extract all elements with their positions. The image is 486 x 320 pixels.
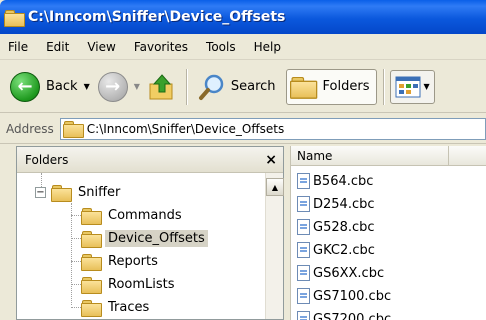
file-row[interactable]: GS7200.cbc: [297, 308, 391, 320]
menu-favorites[interactable]: Favorites: [134, 40, 188, 54]
folder-icon: [81, 207, 102, 225]
folders-scrollbar[interactable]: ▲: [265, 173, 284, 319]
folders-pane-title: Folders: [25, 152, 69, 167]
scroll-up-icon[interactable]: ▲: [266, 178, 284, 196]
forward-dropdown-icon[interactable]: ▼: [134, 82, 140, 91]
tree-item-label: Reports: [108, 253, 158, 269]
file-icon: [297, 219, 310, 235]
file-name: GS6XX.cbc: [313, 265, 385, 281]
folder-icon: [4, 9, 25, 27]
menu-tools[interactable]: Tools: [206, 40, 236, 54]
menu-file[interactable]: File: [8, 40, 28, 54]
file-row[interactable]: GS7100.cbc: [297, 285, 391, 307]
file-name: GKC2.cbc: [313, 242, 375, 258]
file-icon: [297, 173, 310, 189]
file-name: D254.cbc: [313, 196, 375, 212]
file-row[interactable]: GKC2.cbc: [297, 239, 375, 261]
file-icon: [297, 265, 310, 281]
file-name: G528.cbc: [313, 219, 375, 235]
up-folder-icon: [149, 73, 173, 99]
toolbar-separator: [185, 68, 187, 105]
search-icon: [198, 74, 224, 100]
column-header-blank[interactable]: [449, 146, 486, 165]
folder-icon: [81, 299, 102, 317]
folders-icon: [289, 76, 317, 99]
tree-item-commands[interactable]: Commands: [81, 204, 185, 226]
menu-edit[interactable]: Edit: [46, 40, 69, 54]
file-row[interactable]: GS6XX.cbc: [297, 262, 384, 284]
menu-bar: File Edit View Favorites Tools Help: [0, 34, 486, 60]
tree-item-reports[interactable]: Reports: [81, 250, 161, 272]
file-name: GS7100.cbc: [313, 288, 392, 304]
tree-item-device-offsets[interactable]: Device_Offsets: [81, 227, 208, 249]
tree-item-sniffer[interactable]: − Sniffer: [35, 181, 123, 203]
views-dropdown-icon: ▼: [423, 82, 430, 91]
tree-line: [71, 203, 72, 305]
folders-pane-header: Folders ×: [17, 147, 283, 173]
forward-arrow-icon: →: [97, 71, 128, 102]
folder-icon: [81, 253, 102, 271]
back-dropdown-icon[interactable]: ▼: [84, 82, 90, 91]
window-title: C:\Inncom\Sniffer\Device_Offsets: [28, 9, 286, 25]
menu-help[interactable]: Help: [254, 40, 281, 54]
close-icon[interactable]: ×: [265, 152, 277, 168]
title-bar[interactable]: C:\Inncom\Sniffer\Device_Offsets: [0, 0, 486, 34]
file-row[interactable]: G528.cbc: [297, 216, 375, 238]
address-bar: Address C:\Inncom\Sniffer\Device_Offsets: [0, 114, 486, 144]
folder-open-icon: [81, 230, 102, 248]
toolbar: ← Back ▼ → ▼ Search Folders ▼: [0, 61, 486, 113]
menu-view[interactable]: View: [87, 40, 115, 54]
column-header-name[interactable]: Name: [291, 146, 449, 165]
back-arrow-icon: ←: [10, 71, 40, 102]
file-icon: [297, 288, 310, 304]
tree-line: [71, 284, 81, 285]
tree-item-label: Traces: [108, 299, 150, 315]
tree-item-label: Sniffer: [78, 184, 121, 200]
collapse-icon[interactable]: −: [35, 186, 46, 198]
folders-pane: Folders × − Sniffer Commands Device_Offs…: [16, 146, 284, 320]
file-icon: [297, 311, 310, 320]
up-folder-button[interactable]: [144, 67, 180, 107]
views-button[interactable]: ▼: [389, 69, 435, 104]
file-name: GS7200.cbc: [313, 311, 392, 320]
back-label: Back: [46, 79, 78, 94]
forward-button[interactable]: → ▼: [94, 67, 144, 107]
tree-line: [71, 215, 81, 216]
back-button[interactable]: ← Back ▼: [6, 67, 94, 107]
address-label: Address: [6, 121, 54, 136]
tree-item-label: Commands: [108, 207, 182, 223]
search-label: Search: [230, 79, 276, 94]
tree-item-roomlists[interactable]: RoomLists: [81, 273, 178, 295]
search-button[interactable]: Search: [193, 67, 280, 107]
tree-line: [71, 238, 81, 239]
file-list-header: Name: [291, 146, 486, 166]
folders-label: Folders: [322, 79, 370, 94]
toolbar-separator-2: [382, 68, 384, 105]
file-list: Name B564.cbc D254.cbc G528.cbc GKC2.cbc…: [290, 146, 486, 320]
tree-line: [71, 261, 81, 262]
folder-icon: [62, 121, 84, 138]
file-icon: [297, 196, 310, 212]
folder-icon: [81, 276, 102, 294]
file-icon: [297, 242, 310, 258]
address-input[interactable]: C:\Inncom\Sniffer\Device_Offsets: [59, 117, 486, 140]
file-row[interactable]: D254.cbc: [297, 193, 375, 215]
tree-item-label: Device_Offsets: [105, 229, 208, 247]
folders-button[interactable]: Folders: [285, 68, 377, 105]
folder-tree: − Sniffer Commands Device_Offsets Report…: [17, 173, 283, 320]
tree-item-traces[interactable]: Traces: [81, 296, 152, 318]
folder-icon: [51, 184, 72, 202]
views-icon: [395, 76, 420, 97]
address-value: C:\Inncom\Sniffer\Device_Offsets: [86, 121, 285, 136]
tree-item-label: RoomLists: [108, 276, 175, 292]
file-name: B564.cbc: [313, 173, 374, 189]
file-row[interactable]: B564.cbc: [297, 170, 373, 192]
tree-line: [71, 307, 81, 308]
